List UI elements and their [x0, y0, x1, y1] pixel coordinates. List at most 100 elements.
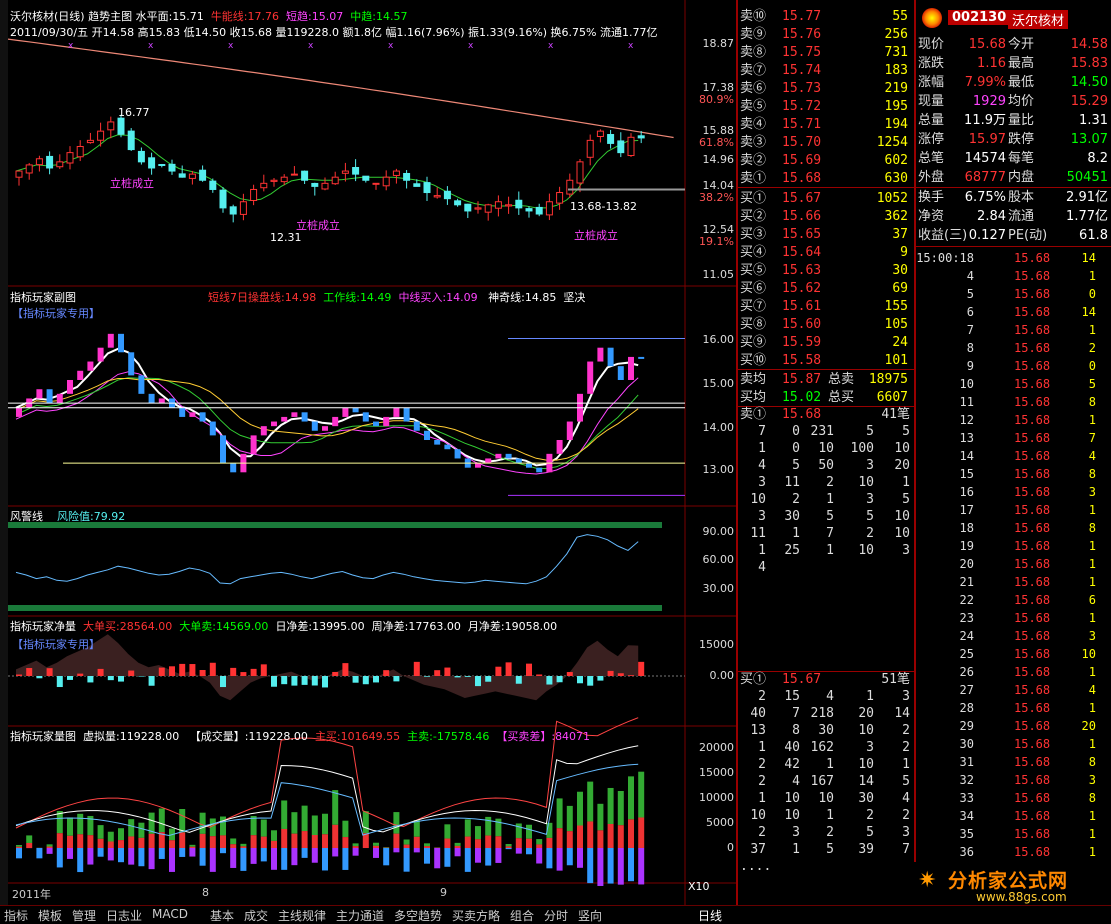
quote-l2: 股本 — [1008, 189, 1034, 207]
bottom-tab[interactable]: 竖向 — [578, 907, 602, 924]
tick-row[interactable]: 815.682 — [916, 339, 1111, 357]
tick-row[interactable]: 1615.683 — [916, 483, 1111, 501]
tick-row[interactable]: 2715.684 — [916, 681, 1111, 699]
sell-level-row[interactable]: 卖④15.71194 — [738, 116, 914, 134]
candle-body — [26, 165, 32, 173]
sub-bar — [118, 334, 124, 352]
net-bar — [128, 671, 134, 676]
tick-row[interactable]: 2115.681 — [916, 573, 1111, 591]
bottom-tab[interactable]: MACD — [152, 907, 188, 921]
tick-row[interactable]: 3615.681 — [916, 843, 1111, 861]
sell-level-row[interactable]: 卖⑧15.75731 — [738, 44, 914, 62]
sell-level-row[interactable]: 卖⑥15.73219 — [738, 80, 914, 98]
vol-bar-down — [383, 848, 389, 865]
bottom-tab[interactable]: 成交 — [244, 907, 268, 924]
vol-bar-up — [577, 792, 583, 826]
period-selector[interactable]: 日线 — [698, 907, 722, 924]
tick-row[interactable]: 1215.681 — [916, 411, 1111, 429]
kline-charts[interactable]: xxxxxxxx — [8, 0, 736, 905]
tick-row[interactable]: 1415.684 — [916, 447, 1111, 465]
tick-row[interactable]: 2415.683 — [916, 627, 1111, 645]
tick-row[interactable]: 2015.681 — [916, 555, 1111, 573]
buy-level-row[interactable]: 买①15.671052 — [738, 190, 914, 208]
bottom-tab[interactable]: 主力通道 — [336, 907, 384, 924]
bottom-tab[interactable]: 分时 — [544, 907, 568, 924]
buy-level-row[interactable]: 买⑤15.6330 — [738, 262, 914, 280]
tick-row[interactable]: 1815.688 — [916, 519, 1111, 537]
tick-row[interactable]: 1315.687 — [916, 429, 1111, 447]
vol-bar-down — [302, 848, 308, 858]
vol-bar-down — [465, 848, 471, 872]
net-bar — [169, 666, 175, 676]
buy-level-row[interactable]: 买⑥15.6269 — [738, 280, 914, 298]
tick-time: 19 — [916, 537, 974, 555]
tick-row[interactable]: 1515.688 — [916, 465, 1111, 483]
sell-level-row[interactable]: 卖①15.68630 — [738, 170, 914, 188]
tick-row[interactable]: 2515.6810 — [916, 645, 1111, 663]
vol-bar-up — [465, 819, 471, 836]
bottom-tab[interactable]: 基本 — [210, 907, 234, 924]
tick-row[interactable]: 615.6814 — [916, 303, 1111, 321]
tick-row[interactable]: 15:00:1815.6814 — [916, 249, 1111, 267]
sell-level-row[interactable]: 卖⑤15.72195 — [738, 98, 914, 116]
tick-row[interactable]: 3115.688 — [916, 753, 1111, 771]
tick-row[interactable]: 415.681 — [916, 267, 1111, 285]
tick-volume: 5 — [1066, 375, 1096, 393]
tick-row[interactable]: 1915.681 — [916, 537, 1111, 555]
buy-level-row[interactable]: 买⑩15.58101 — [738, 352, 914, 370]
tick-row[interactable]: 3315.688 — [916, 789, 1111, 807]
tick-row[interactable]: 2315.681 — [916, 609, 1111, 627]
sell-level-row[interactable]: 卖⑦15.74183 — [738, 62, 914, 80]
tick-volume: 1 — [1066, 699, 1096, 717]
vol-bar-main — [149, 834, 155, 848]
tick-row[interactable]: 2215.686 — [916, 591, 1111, 609]
vol-bar-down — [638, 848, 644, 884]
buy-avg-label: 买均 — [740, 389, 766, 407]
tick-row[interactable]: 1715.681 — [916, 501, 1111, 519]
quote-v2: 14.50 — [1046, 74, 1108, 92]
bottom-tab-bar[interactable]: 指标模板管理日志业 MACD 基本成交主线规律主力通道多空趋势买卖方略组合分时竖向 日… — [0, 905, 1111, 923]
tick-volume: 1 — [1066, 267, 1096, 285]
bottom-tab[interactable]: 模板 — [38, 907, 62, 924]
vol-bar-up — [322, 814, 328, 835]
tick-row[interactable]: 515.680 — [916, 285, 1111, 303]
bottom-tab[interactable]: 组合 — [510, 907, 534, 924]
tick-row[interactable]: 1015.685 — [916, 375, 1111, 393]
bottom-tab[interactable]: 主线规律 — [278, 907, 326, 924]
sell-level-row[interactable]: 卖②15.69602 — [738, 152, 914, 170]
buy-level-row[interactable]: 买③15.6537 — [738, 226, 914, 244]
bottom-tab[interactable]: 买卖方略 — [452, 907, 500, 924]
tick-row[interactable]: 915.680 — [916, 357, 1111, 375]
buy-level-row[interactable]: 买⑨15.5924 — [738, 334, 914, 352]
bottom-tab[interactable]: 管理 — [72, 907, 96, 924]
tick-row[interactable]: 3215.683 — [916, 771, 1111, 789]
tick-row[interactable]: 2815.681 — [916, 699, 1111, 717]
vol-bar-up — [332, 790, 338, 825]
sell-level-row[interactable]: 卖⑩15.7755 — [738, 8, 914, 26]
buy-level-row[interactable]: 买②15.66362 — [738, 208, 914, 226]
sell-level-row[interactable]: 卖⑨15.76256 — [738, 26, 914, 44]
sub-line2-label: 工作线: — [323, 291, 360, 304]
sell-level-row[interactable]: 卖③15.701254 — [738, 134, 914, 152]
tick-row[interactable]: 715.681 — [916, 321, 1111, 339]
vol-bar-main — [87, 835, 93, 848]
candle-body — [526, 209, 532, 211]
tick-row[interactable]: 3015.681 — [916, 735, 1111, 753]
tick-price: 15.68 — [1014, 843, 1050, 861]
bottom-tab[interactable]: 日志业 — [106, 907, 142, 924]
bottom-tab[interactable]: 指标 — [4, 907, 28, 924]
queue-cell: 2 — [848, 807, 874, 825]
tick-row[interactable]: 3515.681 — [916, 825, 1111, 843]
buy-level-row[interactable]: 买⑦15.61155 — [738, 298, 914, 316]
buy-level-row[interactable]: 买④15.649 — [738, 244, 914, 262]
sell-level-volume: 55 — [838, 8, 908, 26]
sub-y-label: 13.00 — [694, 463, 734, 476]
chart-area[interactable]: xxxxxxxx 沃尔核材(日线) 趋势主图 水平面:15.71 牛能线:17.… — [8, 0, 736, 905]
queue-cell: 2 — [884, 722, 910, 740]
tick-row[interactable]: 1115.688 — [916, 393, 1111, 411]
bottom-tab[interactable]: 多空趋势 — [394, 907, 442, 924]
tick-row[interactable]: 3415.681 — [916, 807, 1111, 825]
buy-level-row[interactable]: 买⑧15.60105 — [738, 316, 914, 334]
tick-row[interactable]: 2915.6820 — [916, 717, 1111, 735]
tick-row[interactable]: 2615.681 — [916, 663, 1111, 681]
